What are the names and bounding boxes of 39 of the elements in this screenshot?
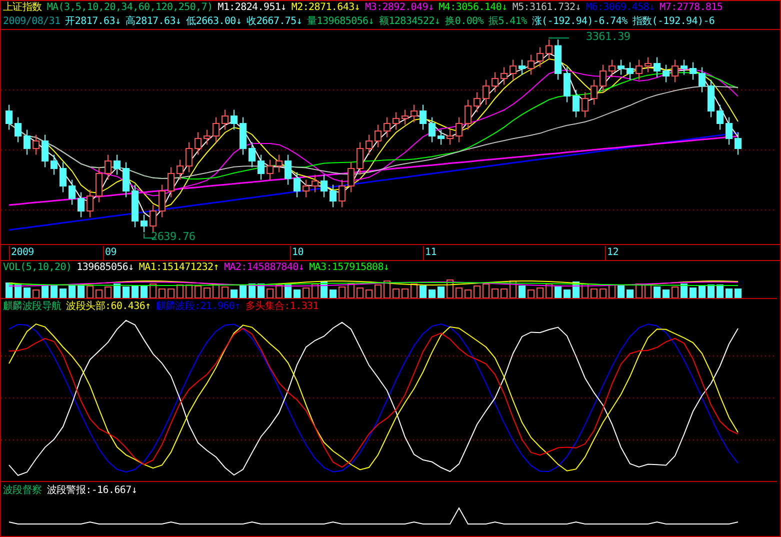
ma-reading: M1:2824.951↓	[218, 1, 286, 15]
volume-reading: 139685056↓	[76, 261, 134, 275]
date-axis-label: 12	[605, 246, 618, 260]
quote-field: 收2667.75↓	[246, 15, 302, 29]
quote-field: 量139685056↓	[307, 15, 374, 29]
quote-field: 指数(-192.94)-6	[632, 15, 715, 29]
quote-field: 低2663.00↓	[186, 15, 242, 29]
ma-parameters: MA(3,5,10,20,34,60,120,250,7)	[46, 1, 213, 15]
ma-reading: M2:2871.643↓	[291, 1, 360, 15]
date-axis-label: 09	[103, 246, 116, 260]
indicator-title: 麒麟波段导航	[3, 300, 62, 314]
indicator-reading: 波段头部:60.436↑	[66, 300, 151, 314]
ma-reading: M3:2892.049↓	[365, 1, 434, 15]
alert-title: 波段督察	[3, 484, 42, 498]
date-axis-label: 2009	[9, 246, 34, 260]
volume-reading: MA1:151471232↑	[138, 261, 219, 275]
ma-reading: M4:3056.140↓	[438, 1, 508, 15]
quote-date: 2009/08/31	[3, 15, 60, 29]
quote-field: 换0.00%	[445, 15, 484, 29]
volume-reading: MA2:145887840↓	[224, 261, 304, 275]
price-annotation: 2639.76	[151, 231, 196, 242]
quote-field: 开2817.63↓	[65, 15, 121, 29]
quote-field: 额12834522↓	[379, 15, 440, 29]
ma-reading: M5:3161.732↓	[512, 1, 581, 15]
price-annotation: 3361.39	[586, 31, 630, 42]
volume-label: VOL(5,10,20)	[3, 261, 72, 275]
ma-reading: M7:2778.815	[660, 1, 723, 15]
volume-reading: MA3:157915808↓	[309, 261, 390, 275]
indicator-reading: 多头集合:1.331	[245, 300, 318, 314]
quote-field: 振5.41%	[488, 15, 527, 29]
date-axis-label: 10	[290, 246, 304, 260]
quote-field: 涨(-192.94)-6.74%	[532, 15, 628, 29]
ma-reading: M6:3069.458↓	[586, 1, 655, 15]
date-axis-label: 11	[423, 246, 436, 260]
indicator-reading: 麒麟波段:21.960↑	[156, 300, 240, 314]
index-title: 上证指数	[3, 1, 42, 15]
leader-line	[548, 38, 570, 39]
alert-reading: 波段警报:-16.667↓	[46, 484, 138, 498]
quote-field: 高2817.63↓	[126, 15, 182, 29]
